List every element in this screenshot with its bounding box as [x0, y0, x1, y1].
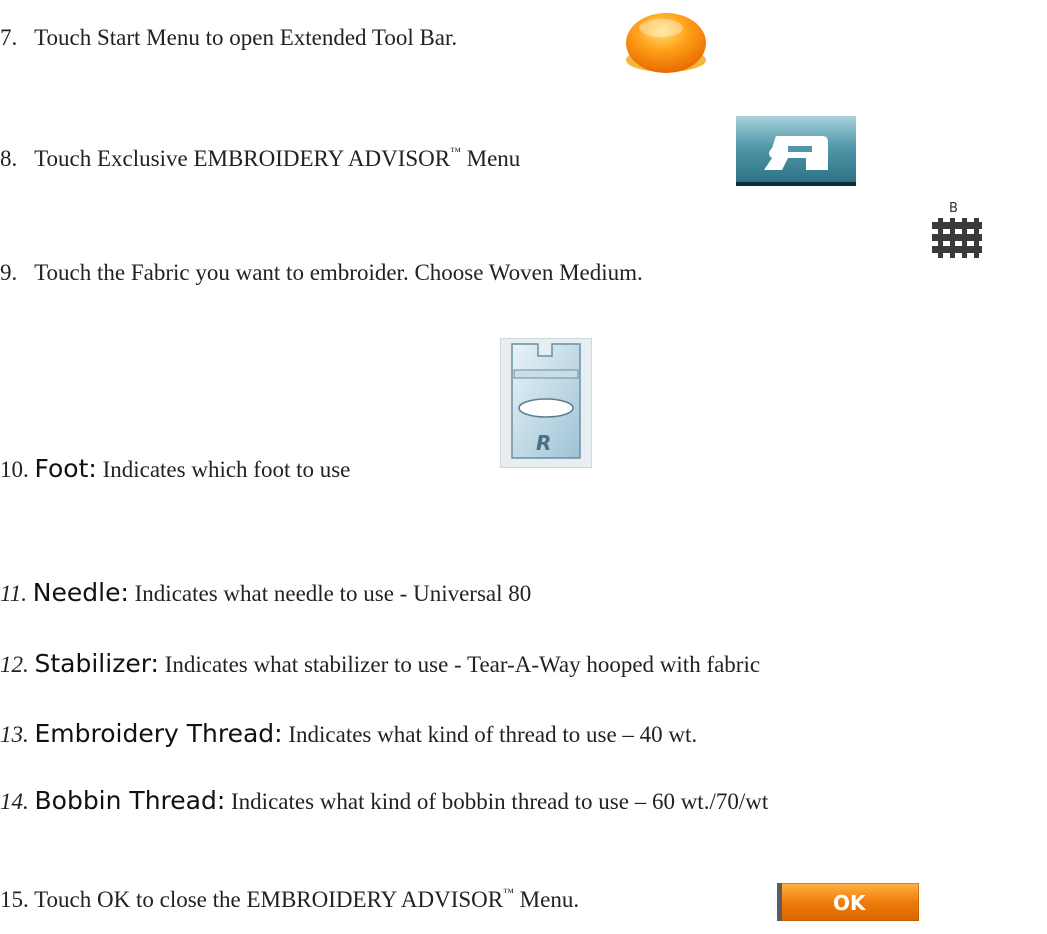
step-text: Indicates what needle to use - Universal… [128, 581, 532, 606]
step-15: 15. Touch OK to close the EMBROIDERY ADV… [0, 887, 580, 912]
step-text-suffix: Menu [460, 146, 521, 171]
step-8: 8. Touch Exclusive EMBROIDERY ADVISOR™ M… [0, 146, 521, 171]
trademark-symbol: ™ [503, 887, 514, 899]
ok-button[interactable]: OK [777, 883, 919, 921]
step-text: Touch Exclusive EMBROIDERY ADVISOR [34, 146, 451, 171]
trademark-symbol: ™ [450, 146, 461, 158]
ok-button-label: OK [833, 891, 867, 915]
step-number: 14. [0, 789, 29, 814]
step-text: Indicates what kind of thread to use – 4… [282, 722, 698, 747]
step-text: Indicates which foot to use [96, 457, 351, 482]
step-number: 15. [0, 887, 29, 912]
step-text: Indicates what stabilizer to use - Tear-… [158, 652, 761, 677]
step-text: Touch the Fabric you want to embroider. … [34, 260, 643, 285]
term-label: Needle: [32, 578, 129, 607]
step-number: 8. [0, 146, 18, 171]
step-12: 12. Stabilizer: Indicates what stabilize… [0, 651, 760, 676]
step-11: 11. Needle: Indicates what needle to use… [0, 580, 531, 605]
term-label: Bobbin Thread: [34, 786, 226, 815]
term-label: Stabilizer: [34, 649, 159, 678]
step-14: 14. Bobbin Thread: Indicates what kind o… [0, 788, 768, 813]
step-number: 13. [0, 722, 29, 747]
step-text: Touch Start Menu to open Extended Tool B… [34, 25, 458, 50]
step-10: 10. Foot: Indicates which foot to use [0, 456, 350, 481]
woven-fabric-icon[interactable]: B [927, 200, 987, 270]
foot-letter-label: R [536, 431, 551, 455]
term-label: Embroidery Thread: [34, 719, 283, 748]
term-label: Foot: [34, 454, 97, 483]
embroidery-advisor-sewing-machine-icon[interactable] [736, 116, 856, 186]
step-7: 7. Touch Start Menu to open Extended Too… [0, 26, 457, 49]
step-text: Touch OK to close the EMBROIDERY ADVISOR [34, 887, 504, 912]
step-text-suffix: Menu. [513, 887, 580, 912]
step-9: 9. Touch the Fabric you want to embroide… [0, 261, 643, 284]
step-number: 12. [0, 652, 29, 677]
step-13: 13. Embroidery Thread: Indicates what ki… [0, 721, 697, 746]
start-menu-orange-orb-icon[interactable] [615, 8, 717, 76]
fabric-level-label: B [949, 201, 958, 216]
step-number: 10. [0, 457, 29, 482]
step-number: 11. [0, 581, 28, 606]
presser-foot-r-icon[interactable]: R [500, 338, 592, 468]
step-number: 9. [0, 260, 18, 285]
step-text: Indicates what kind of bobbin thread to … [225, 789, 769, 814]
step-number: 7. [0, 25, 18, 50]
